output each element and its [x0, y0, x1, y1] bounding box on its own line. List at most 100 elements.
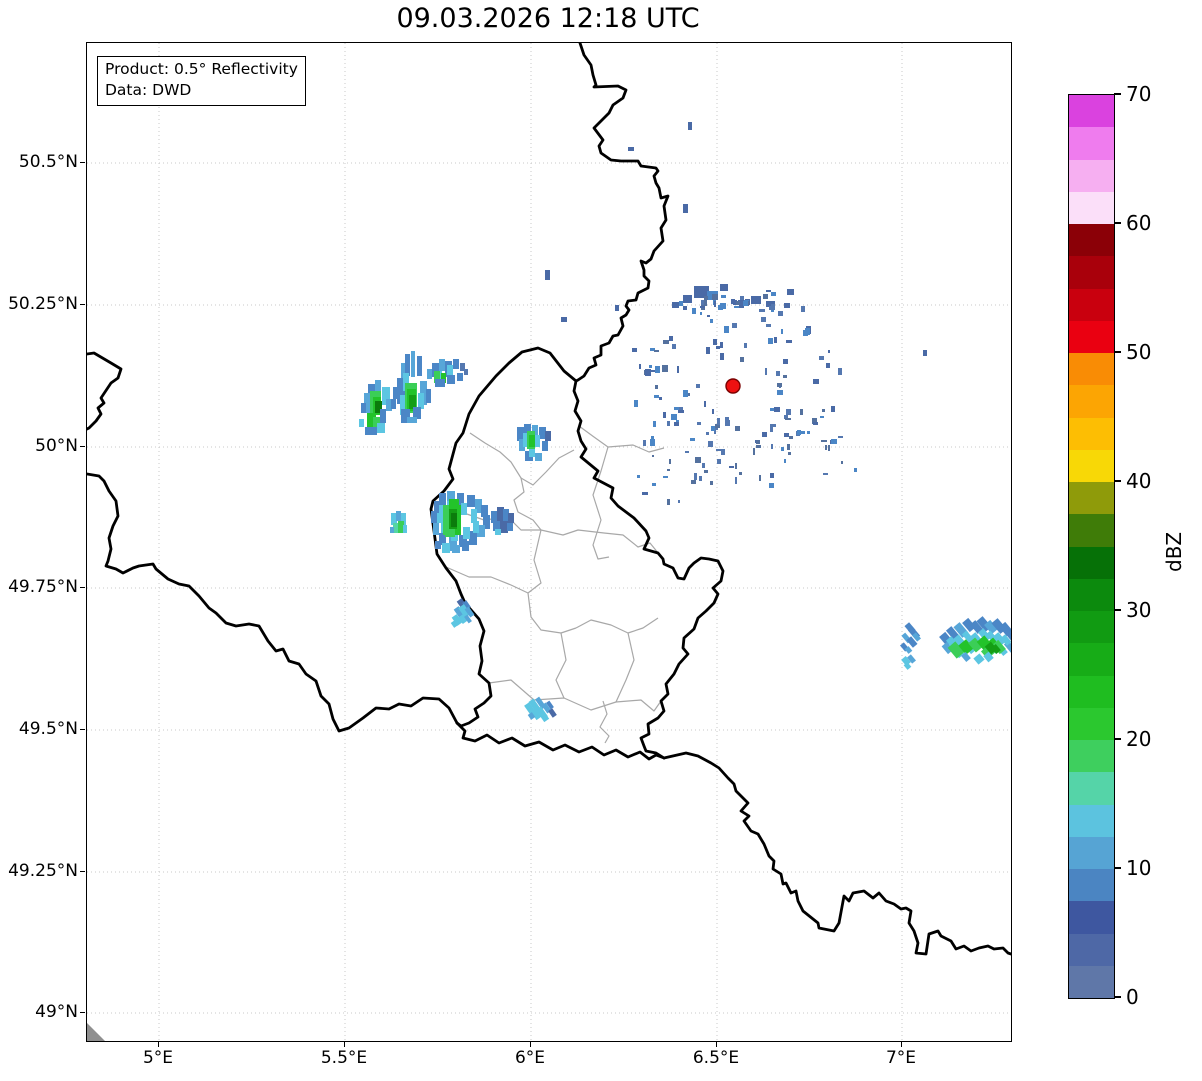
- colorbar-band: [1069, 288, 1114, 321]
- clutter-speckle: [710, 319, 713, 323]
- clutter-speckle: [700, 306, 705, 308]
- clutter-speckle: [707, 315, 710, 317]
- y-tick-mark: [80, 1012, 85, 1014]
- radar-echo-cell: [391, 399, 396, 409]
- colorbar-tick-label: 70: [1126, 82, 1152, 106]
- y-tick-label: 50.5°N: [18, 152, 78, 172]
- clutter-speckle: [712, 294, 718, 300]
- clutter-speckle: [725, 417, 729, 423]
- clutter-speckle: [632, 348, 637, 352]
- colorbar: [1068, 94, 1115, 999]
- radar-echo-cell: [405, 354, 410, 376]
- clutter-speckle: [672, 344, 676, 349]
- x-tick-label: 5.5°E: [320, 1048, 368, 1068]
- clutter-speckle: [695, 457, 701, 463]
- clutter-speckle: [685, 451, 689, 453]
- clutter-speckle: [735, 426, 740, 431]
- clutter-speckle: [826, 363, 830, 368]
- radar-echo-cell: [473, 521, 479, 533]
- x-tick-mark: [344, 1042, 346, 1047]
- colorbar-band: [1069, 869, 1114, 902]
- radar-echo-cell: [615, 305, 619, 311]
- clutter-speckle: [691, 480, 696, 484]
- clutter-speckle: [679, 407, 683, 410]
- radar-echo-cell: [365, 427, 377, 435]
- colorbar-band: [1069, 449, 1114, 482]
- clutter-speckle: [739, 472, 742, 475]
- radar-echo-cell: [720, 284, 728, 291]
- y-tick-label: 50.25°N: [8, 294, 78, 314]
- clutter-speckle: [654, 395, 659, 398]
- clutter-speckle: [770, 473, 774, 478]
- clutter-speckle: [704, 470, 708, 473]
- radar-echo-cell: [409, 395, 416, 409]
- clutter-speckle: [753, 448, 755, 455]
- clutter-speckle: [781, 447, 784, 451]
- clutter-speckle: [678, 500, 680, 503]
- x-tick-mark: [158, 1042, 160, 1047]
- radar-echo-cell: [359, 419, 364, 427]
- radar-map-canvas: [86, 42, 1012, 1042]
- radar-echo-cell: [507, 523, 513, 531]
- radar-echo-cell: [683, 204, 688, 213]
- radar-echo-cell: [683, 295, 692, 303]
- clutter-speckle: [652, 455, 654, 457]
- clutter-speckle: [831, 406, 835, 412]
- radar-echo-cell: [403, 525, 407, 533]
- clutter-speckle: [642, 492, 648, 495]
- product-info-line1: Product: 0.5° Reflectivity: [105, 60, 298, 78]
- y-tick-mark: [80, 587, 85, 589]
- country-border: [574, 43, 670, 383]
- clutter-speckle: [706, 432, 709, 435]
- x-tick-label: 5°E: [142, 1048, 174, 1068]
- y-tick-mark: [80, 446, 85, 448]
- clutter-speckle: [699, 476, 702, 481]
- clutter-speckle: [784, 459, 786, 463]
- clutter-speckle: [756, 445, 761, 448]
- clutter-speckle: [788, 452, 791, 455]
- colorbar-band: [1069, 353, 1114, 386]
- clutter-speckle: [663, 340, 669, 344]
- radar-echo-cell: [396, 511, 401, 521]
- clutter-speckle: [696, 384, 700, 388]
- radar-echo-cell: [787, 289, 794, 295]
- y-tick-mark: [80, 304, 85, 306]
- colorbar-band: [1069, 224, 1114, 257]
- clutter-speckle: [769, 483, 774, 488]
- colorbar-band: [1069, 675, 1114, 708]
- radar-echo-cell: [542, 441, 548, 451]
- clutter-speckle: [786, 340, 792, 343]
- radar-echo-cell: [377, 423, 385, 433]
- radar-echo-cell: [469, 531, 477, 545]
- radar-echo-cell: [688, 122, 692, 130]
- clutter-speckle: [643, 440, 646, 446]
- x-tick-label: 6.5°E: [692, 1048, 740, 1068]
- radar-echo-cell: [471, 509, 477, 523]
- colorbar-band: [1069, 127, 1114, 160]
- clutter-speckle: [690, 438, 695, 441]
- colorbar-band: [1069, 546, 1114, 579]
- radar-echo-cell: [545, 270, 550, 280]
- clutter-speckle: [777, 383, 782, 387]
- clutter-speckle: [822, 409, 825, 412]
- radar-echo-cell: [508, 513, 514, 523]
- clutter-speckle: [721, 449, 725, 455]
- country-border: [572, 379, 725, 760]
- clutter-speckle: [654, 350, 659, 352]
- clutter-speckle: [762, 432, 767, 437]
- clutter-speckle: [716, 428, 718, 430]
- product-info-line2: Data: DWD: [105, 81, 192, 99]
- radar-echo-cell: [453, 359, 459, 369]
- radar-echo-cell: [442, 543, 450, 553]
- clutter-speckle: [777, 390, 783, 395]
- clutter-speckle: [800, 409, 803, 415]
- colorbar-tick-mark: [1114, 222, 1121, 224]
- colorbar-tick-mark: [1114, 351, 1121, 353]
- clutter-speckle: [706, 347, 710, 354]
- radar-echo-cell: [411, 351, 415, 377]
- radar-echo-cell: [452, 545, 460, 553]
- country-border: [87, 472, 459, 733]
- colorbar-band: [1069, 611, 1114, 644]
- clutter-speckle: [662, 365, 668, 372]
- clutter-speckle: [838, 436, 843, 438]
